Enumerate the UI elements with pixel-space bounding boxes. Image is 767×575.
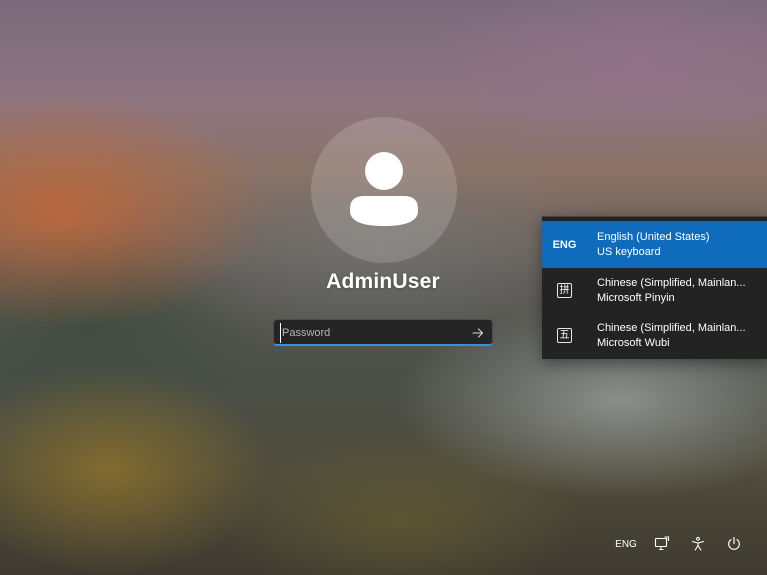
keyboard-layout: Microsoft Pinyin xyxy=(597,291,675,304)
keyboard-layout: US keyboard xyxy=(597,245,661,258)
language-name: English (United States) xyxy=(597,230,710,243)
language-item-pinyin[interactable]: 拼 Chinese (Simplified, Mainlan... Micros… xyxy=(542,268,767,313)
password-input[interactable] xyxy=(280,323,460,343)
username-label: AdminUser xyxy=(326,270,440,293)
language-name: Chinese (Simplified, Mainlan... xyxy=(597,321,746,334)
accessibility-icon xyxy=(691,536,705,551)
power-icon xyxy=(728,536,740,550)
language-item-english[interactable]: ENG English (United States) US keyboard xyxy=(542,221,767,268)
power-button[interactable] xyxy=(723,534,745,554)
user-avatar xyxy=(311,117,457,263)
keyboard-layout: Microsoft Wubi xyxy=(597,336,670,349)
network-icon xyxy=(654,536,670,551)
pinyin-ime-icon: 拼 xyxy=(557,283,572,298)
language-code: ENG xyxy=(552,238,577,251)
network-button[interactable] xyxy=(651,534,673,554)
accessibility-button[interactable] xyxy=(687,534,709,554)
password-box xyxy=(273,319,493,346)
language-item-wubi[interactable]: 五 Chinese (Simplified, Mainlan... Micros… xyxy=(542,313,767,358)
arrow-right-icon xyxy=(472,328,484,338)
person-icon xyxy=(350,152,418,226)
wubi-ime-icon: 五 xyxy=(557,328,572,343)
submit-button[interactable] xyxy=(468,323,488,343)
input-language-button[interactable]: ENG xyxy=(611,534,641,554)
language-name: Chinese (Simplified, Mainlan... xyxy=(597,276,746,289)
input-language-menu: ENG English (United States) US keyboard … xyxy=(542,216,767,359)
